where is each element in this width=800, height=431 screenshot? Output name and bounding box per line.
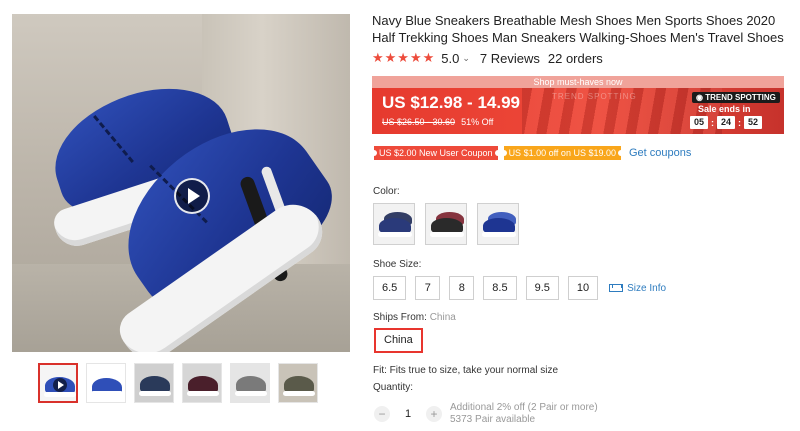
rating-value[interactable]: 5.0 xyxy=(441,51,459,66)
rating-stars-icon: ★★★★★ xyxy=(372,50,436,65)
store-coupon[interactable]: US $1.00 off on US $19.00 xyxy=(500,146,625,160)
new-user-coupon[interactable]: US $2.00 New User Coupon xyxy=(371,146,501,160)
ruler-icon xyxy=(609,284,624,292)
main-product-image[interactable] xyxy=(12,14,350,352)
quantity-note: Additional 2% off (2 Pair or more) 5373 … xyxy=(450,402,598,426)
thumbnail-strip xyxy=(38,363,318,403)
ships-from-value: China xyxy=(429,312,456,323)
rating-row: ★★★★★ 5.0 ⌄ 7 Reviews 22 orders xyxy=(372,50,603,66)
sale-price: US $12.98 - 14.99 xyxy=(382,93,520,112)
size-option[interactable]: 7 xyxy=(415,276,441,300)
size-options: 6.5 7 8 8.5 9.5 10 Size Info xyxy=(373,276,666,300)
quantity-input[interactable]: 1 xyxy=(390,408,426,420)
price-detail: US $26.50 - 30.60 51% Off xyxy=(382,117,493,127)
size-option[interactable]: 9.5 xyxy=(525,276,559,300)
front-shoe xyxy=(95,96,349,352)
thumbnail-video[interactable] xyxy=(38,363,78,403)
color-option-blue[interactable] xyxy=(477,203,519,245)
trend-watermark: TREND SPOTTING xyxy=(552,92,637,101)
get-coupons-link[interactable]: Get coupons xyxy=(629,147,691,159)
thumbnail-camo[interactable] xyxy=(278,363,318,403)
size-info-label: Size Info xyxy=(627,282,667,294)
available-count: 5373 Pair available xyxy=(450,414,536,425)
timer-minutes: 24 xyxy=(717,116,735,129)
countdown-timer: 05 : 24 : 52 xyxy=(690,116,762,129)
ships-from-label: Ships From: China xyxy=(373,312,456,323)
increase-quantity-button[interactable]: + xyxy=(426,406,442,422)
thumbnail-white-blue[interactable] xyxy=(86,363,126,403)
play-icon xyxy=(53,378,67,392)
quantity-stepper: − 1 + Additional 2% off (2 Pair or more)… xyxy=(374,402,598,426)
color-option-black-red[interactable] xyxy=(425,203,467,245)
quantity-label: Quantity: xyxy=(373,382,414,393)
product-title: Navy Blue Sneakers Breathable Mesh Shoes… xyxy=(372,13,784,45)
original-price: US $26.50 - 30.60 xyxy=(382,117,456,127)
promo-banner[interactable]: Shop must-haves now TREND SPOTTING US $1… xyxy=(372,76,784,134)
size-option[interactable]: 10 xyxy=(567,276,599,300)
coupon-row: US $2.00 New User Coupon US $1.00 off on… xyxy=(371,146,691,160)
color-label: Color: xyxy=(373,186,400,197)
chevron-down-icon[interactable]: ⌄ xyxy=(462,53,470,64)
ships-from-china-option[interactable]: China xyxy=(374,328,423,353)
discount-percent: 51% Off xyxy=(461,117,494,127)
thumbnail-grey[interactable] xyxy=(230,363,270,403)
fit-note: Fit: Fits true to size, take your normal… xyxy=(373,365,559,376)
play-video-icon[interactable] xyxy=(174,178,210,214)
sale-ends-label: Sale ends in xyxy=(698,104,751,114)
color-options xyxy=(373,203,519,245)
size-info-link[interactable]: Size Info xyxy=(609,283,666,294)
size-option[interactable]: 6.5 xyxy=(373,276,407,300)
decrease-quantity-button[interactable]: − xyxy=(374,406,390,422)
size-option[interactable]: 8.5 xyxy=(483,276,517,300)
ships-from-title: Ships From: xyxy=(373,312,427,323)
bulk-discount-note: Additional 2% off (2 Pair or more) xyxy=(450,402,598,413)
trend-spotting-badge: TREND SPOTTING xyxy=(692,92,780,103)
orders-count: 22 orders xyxy=(547,50,603,66)
color-option-navy-black[interactable] xyxy=(373,203,415,245)
promo-band-text: Shop must-haves now xyxy=(372,76,784,88)
thumbnail-black-red[interactable] xyxy=(182,363,222,403)
reviews-link[interactable]: 7 Reviews xyxy=(480,51,540,66)
timer-hours: 05 xyxy=(690,116,708,129)
thumbnail-navy[interactable] xyxy=(134,363,174,403)
shoe-size-label: Shoe Size: xyxy=(373,259,422,270)
size-option[interactable]: 8 xyxy=(449,276,475,300)
timer-seconds: 52 xyxy=(744,116,762,129)
